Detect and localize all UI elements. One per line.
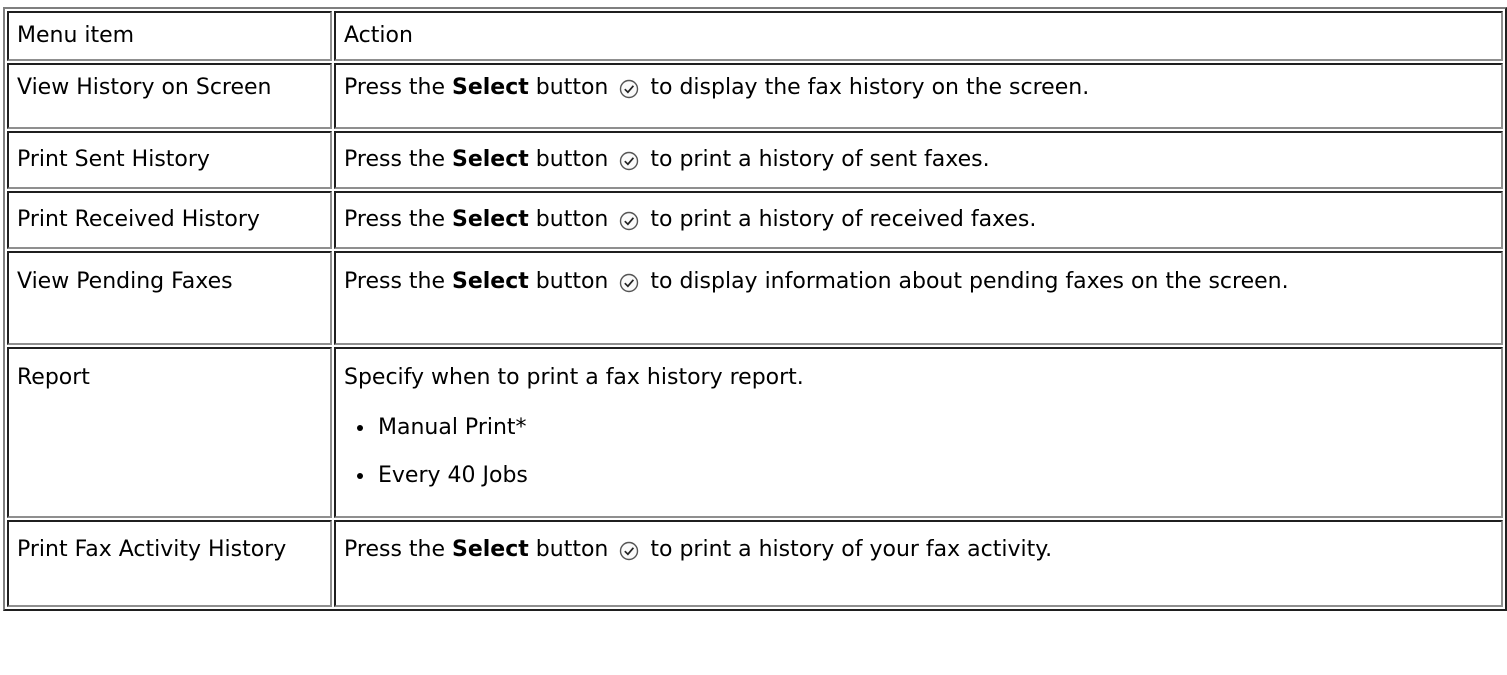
table-row: Print Fax Activity History Press the Sel… xyxy=(7,520,1503,607)
action-mid: button xyxy=(535,147,609,172)
select-keyword: Select xyxy=(452,147,529,172)
action-mid: button xyxy=(535,75,609,100)
action-mid: button xyxy=(535,537,609,562)
table-row: Print Received History Press the Select … xyxy=(7,191,1503,249)
select-keyword: Select xyxy=(452,207,529,232)
select-keyword: Select xyxy=(452,269,529,294)
list-item: Every 40 Jobs xyxy=(376,463,1493,489)
action-suffix: to print a history of sent faxes. xyxy=(650,147,990,172)
menu-item-print-fax-activity-history: Print Fax Activity History xyxy=(7,520,332,607)
select-keyword: Select xyxy=(452,537,529,562)
table-row: View Pending Faxes Press the Select butt… xyxy=(7,251,1503,345)
header-action: Action xyxy=(334,11,1503,61)
select-button-icon xyxy=(620,151,639,171)
report-description: Specify when to print a fax history repo… xyxy=(344,365,804,390)
action-cell: Press the Select button to print a histo… xyxy=(334,520,1503,607)
menu-table-wrapper: Menu item Action View History on Screen … xyxy=(3,7,1507,611)
action-suffix: to display the fax history on the screen… xyxy=(650,75,1090,100)
fax-history-menu-table: Menu item Action View History on Screen … xyxy=(3,7,1507,611)
report-options-list: Manual Print* Every 40 Jobs xyxy=(344,415,1493,489)
action-suffix: to print a history of your fax activity. xyxy=(650,537,1053,562)
table-row: View History on Screen Press the Select … xyxy=(7,63,1503,129)
action-mid: button xyxy=(535,207,609,232)
select-button-icon xyxy=(620,211,639,231)
select-button-icon xyxy=(620,273,639,293)
header-menu-item: Menu item xyxy=(7,11,332,61)
action-suffix: to display information about pending fax… xyxy=(650,269,1289,294)
action-prefix: Press the xyxy=(344,269,445,294)
select-button-icon xyxy=(620,541,639,561)
action-prefix: Press the xyxy=(344,537,445,562)
table-row: Report Specify when to print a fax histo… xyxy=(7,347,1503,518)
action-mid: button xyxy=(535,269,609,294)
action-prefix: Press the xyxy=(344,75,445,100)
table-row: Print Sent History Press the Select butt… xyxy=(7,131,1503,189)
menu-item-print-received-history: Print Received History xyxy=(7,191,332,249)
select-button-icon xyxy=(620,79,639,99)
action-prefix: Press the xyxy=(344,207,445,232)
list-item: Manual Print* xyxy=(376,415,1493,441)
menu-item-view-history-on-screen: View History on Screen xyxy=(7,63,332,129)
action-suffix: to print a history of received faxes. xyxy=(650,207,1037,232)
select-keyword: Select xyxy=(452,75,529,100)
menu-item-report: Report xyxy=(7,347,332,518)
action-cell: Press the Select button to display infor… xyxy=(334,251,1503,345)
action-cell: Press the Select button to display the f… xyxy=(334,63,1503,129)
action-cell: Press the Select button to print a histo… xyxy=(334,131,1503,189)
action-cell: Specify when to print a fax history repo… xyxy=(334,347,1503,518)
menu-item-view-pending-faxes: View Pending Faxes xyxy=(7,251,332,345)
action-prefix: Press the xyxy=(344,147,445,172)
table-header-row: Menu item Action xyxy=(7,11,1503,61)
menu-item-print-sent-history: Print Sent History xyxy=(7,131,332,189)
action-cell: Press the Select button to print a histo… xyxy=(334,191,1503,249)
